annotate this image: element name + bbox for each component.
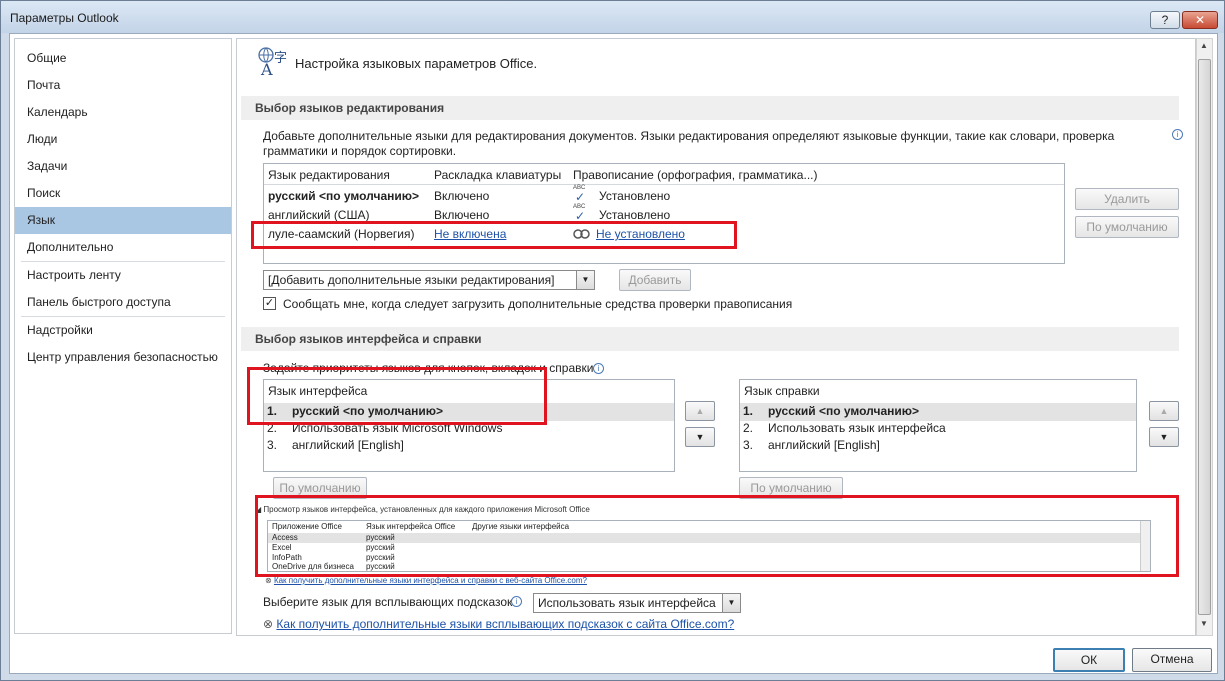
- item-label: английский [English]: [292, 438, 404, 452]
- editing-description-line: грамматики и порядок сортировки.: [263, 144, 457, 158]
- notify-checkbox-label: Сообщать мне, когда следует загрузить до…: [283, 297, 793, 311]
- sidebar-item-general[interactable]: Общие: [15, 45, 231, 72]
- column-header[interactable]: Раскладка клавиатуры: [434, 168, 561, 182]
- add-language-combo[interactable]: [Добавить дополнительные языки редактиро…: [263, 270, 595, 290]
- sidebar-item-addins[interactable]: Надстройки: [15, 317, 231, 344]
- item-label: русский <по умолчанию>: [768, 404, 920, 418]
- scroll-up-icon[interactable]: ▲: [1200, 41, 1208, 50]
- editing-description-line: Добавьте дополнительные языки для редакт…: [263, 129, 1115, 143]
- notify-checkbox[interactable]: ✓: [263, 297, 276, 310]
- language-cell: английский (США): [268, 208, 370, 222]
- cancel-button[interactable]: Отмена: [1132, 648, 1212, 672]
- column-header[interactable]: Правописание (орфография, грамматика...): [573, 168, 817, 182]
- add-button[interactable]: Добавить: [619, 269, 691, 291]
- list-item[interactable]: 3. английский [English]: [264, 437, 674, 455]
- ui-section-header: Выбор языков интерфейса и справки: [241, 327, 1179, 351]
- screentip-label: Выберите язык для всплывающих подсказок: [263, 595, 513, 609]
- item-label: английский [English]: [768, 438, 880, 452]
- info-icon[interactable]: i: [593, 363, 604, 374]
- close-button[interactable]: ✕: [1182, 11, 1218, 29]
- svg-text:字: 字: [274, 51, 287, 66]
- list-item[interactable]: 1. русский <по умолчанию>: [740, 403, 1136, 421]
- screentip-link-row: ⊗ Как получить дополнительные языки вспл…: [263, 617, 734, 631]
- chevron-down-icon[interactable]: ▼: [722, 594, 740, 612]
- add-language-value: [Добавить дополнительные языки редактиро…: [268, 273, 555, 287]
- sidebar-item-advanced[interactable]: Дополнительно: [15, 234, 231, 261]
- get-ui-languages-link-row: ⊗ Как получить дополнительные языки инте…: [265, 576, 587, 585]
- highlight-box: [247, 367, 547, 425]
- link-icon: ⊗: [265, 576, 272, 585]
- sidebar-item-language[interactable]: Язык: [15, 207, 231, 234]
- sidebar: Общие Почта Календарь Люди Задачи Поиск …: [14, 38, 232, 634]
- editing-section-header: Выбор языков редактирования: [241, 96, 1179, 120]
- item-label: Использовать язык интерфейса: [768, 421, 946, 435]
- sidebar-item-trust-center[interactable]: Центр управления безопасностью: [15, 344, 231, 371]
- svg-text:A: A: [260, 60, 273, 77]
- sidebar-item-customize-ribbon[interactable]: Настроить ленту: [15, 262, 231, 289]
- keyboard-cell: Включено: [434, 189, 490, 203]
- ok-button[interactable]: ОК: [1053, 648, 1125, 672]
- help-language-list: Язык справки 1. русский <по умолчанию> 2…: [739, 379, 1137, 472]
- info-icon[interactable]: i: [511, 596, 522, 607]
- options-dialog: Параметры Outlook ? ✕ Общие Почта Календ…: [0, 0, 1225, 681]
- item-number: 1.: [743, 404, 754, 418]
- move-down-button[interactable]: ▼: [685, 427, 715, 447]
- table-row[interactable]: русский <по умолчанию> Включено ABC ✓ Ус…: [264, 185, 1064, 206]
- sidebar-item-calendar[interactable]: Календарь: [15, 99, 231, 126]
- chevron-down-icon[interactable]: ▼: [576, 271, 594, 289]
- sidebar-item-mail[interactable]: Почта: [15, 72, 231, 99]
- column-header[interactable]: Язык редактирования: [268, 168, 390, 182]
- scrollbar-thumb[interactable]: [1198, 59, 1211, 615]
- screentip-link[interactable]: Как получить дополнительные языки всплыв…: [276, 617, 734, 631]
- help-button[interactable]: ?: [1150, 11, 1180, 29]
- page-title: Настройка языковых параметров Office.: [295, 56, 538, 71]
- title-bar: Параметры Outlook ? ✕: [1, 1, 1224, 33]
- table-header-row: Язык редактирования Раскладка клавиатуры…: [264, 165, 1064, 185]
- get-ui-languages-link[interactable]: Как получить дополнительные языки интерф…: [274, 576, 587, 585]
- item-number: 2.: [743, 421, 754, 435]
- window-title: Параметры Outlook: [10, 11, 119, 25]
- content-panel: A 字 Настройка языковых параметров Office…: [236, 38, 1196, 636]
- help-move-down-button[interactable]: ▼: [1149, 427, 1179, 447]
- dialog-body: Общие Почта Календарь Люди Задачи Поиск …: [9, 33, 1218, 674]
- scroll-down-icon[interactable]: ▼: [1200, 619, 1208, 628]
- set-default-button[interactable]: По умолчанию: [1075, 216, 1179, 238]
- highlight-box: [251, 221, 737, 249]
- delete-button[interactable]: Удалить: [1075, 188, 1179, 210]
- item-number: 3.: [743, 438, 754, 452]
- checkmark-icon: ✓: [575, 190, 586, 204]
- sidebar-item-people[interactable]: Люди: [15, 126, 231, 153]
- editing-description: Добавьте дополнительные языки для редакт…: [263, 129, 1163, 159]
- screentip-value: Использовать язык интерфейса: [538, 596, 716, 610]
- sidebar-item-tasks[interactable]: Задачи: [15, 153, 231, 180]
- list-header: Язык справки: [744, 384, 820, 398]
- help-move-up-button[interactable]: ▲: [1149, 401, 1179, 421]
- list-item[interactable]: 2. Использовать язык интерфейса: [740, 420, 1136, 438]
- list-item[interactable]: 3. английский [English]: [740, 437, 1136, 455]
- info-icon[interactable]: i: [1172, 129, 1183, 140]
- link-icon: ⊗: [263, 617, 274, 631]
- language-settings-icon: A 字: [258, 47, 287, 77]
- sidebar-item-search[interactable]: Поиск: [15, 180, 231, 207]
- proofing-cell: Установлено: [599, 208, 671, 222]
- proofing-cell: Установлено: [599, 189, 671, 203]
- language-cell: русский <по умолчанию>: [268, 189, 420, 203]
- sidebar-item-quick-access-toolbar[interactable]: Панель быстрого доступа: [15, 289, 231, 316]
- keyboard-cell: Включено: [434, 208, 490, 222]
- highlight-box: [255, 495, 1179, 577]
- move-up-button[interactable]: ▲: [685, 401, 715, 421]
- screentip-language-combo[interactable]: Использовать язык интерфейса ▼: [533, 593, 741, 613]
- content-scrollbar[interactable]: ▲ ▼: [1196, 38, 1213, 636]
- item-number: 3.: [267, 438, 278, 452]
